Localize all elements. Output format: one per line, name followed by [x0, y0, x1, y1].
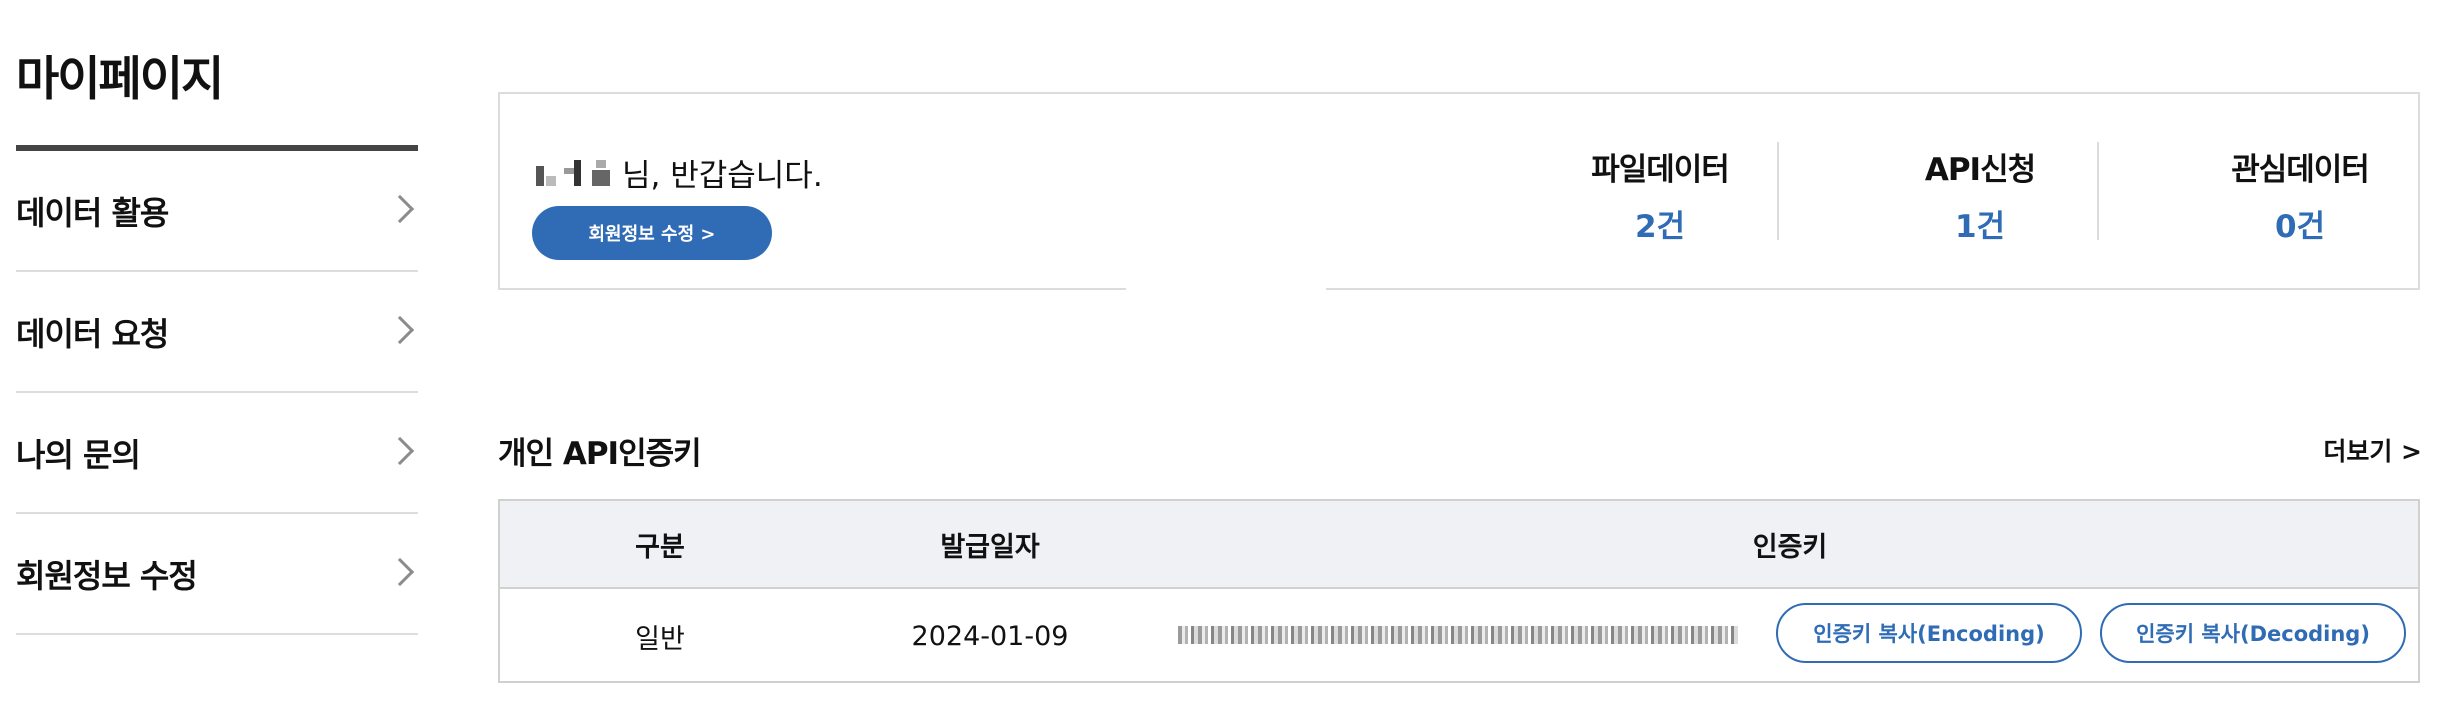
greeting-text: 님, 반갑습니다. — [622, 158, 823, 194]
stat-label: 파일데이터 — [1591, 152, 1730, 188]
sidebar-item-label: 회원정보 수정 — [16, 556, 198, 595]
stat-divider — [1777, 142, 1779, 240]
column-header-issued-date: 발급일자 — [940, 531, 1040, 563]
chevron-right-icon — [385, 436, 415, 465]
chevron-right-icon — [385, 315, 415, 344]
table-header: 구분 발급일자 인증키 — [500, 501, 2418, 589]
column-header-key: 인증키 — [1752, 531, 1828, 563]
sidebar-item-edit-profile[interactable]: 회원정보 수정 — [16, 514, 418, 635]
stat-value[interactable]: 0건 — [2140, 201, 2446, 246]
sidebar-nav: 데이터 활용 데이터 요청 나의 문의 회원정보 수정 — [16, 145, 418, 635]
table-row: 일반 2024-01-09 인증키 복사(Encoding) 인증키 복사(De… — [500, 589, 2418, 683]
chevron-right-icon — [385, 557, 415, 586]
api-key-section-title: 개인 API인증키 — [498, 436, 702, 472]
sidebar-item-label: 데이터 요청 — [16, 314, 169, 353]
stat-value[interactable]: 1건 — [1820, 201, 2140, 246]
stat-label: API신청 — [1924, 152, 2036, 188]
masked-user-name — [534, 157, 620, 188]
edit-profile-button[interactable]: 회원정보 수정 > — [532, 206, 772, 260]
copy-key-decoding-button[interactable]: 인증키 복사(Decoding) — [2100, 603, 2406, 663]
more-link[interactable]: 더보기 > — [2323, 432, 2422, 468]
chevron-right-icon — [385, 194, 415, 223]
cell-type: 일반 — [635, 623, 685, 655]
sidebar-item-data-request[interactable]: 데이터 요청 — [16, 272, 418, 393]
sidebar-item-label: 나의 문의 — [16, 435, 141, 474]
profile-summary-box: 님, 반갑습니다. 회원정보 수정 > 파일데이터 2건 API신청 1건 관심… — [498, 92, 2420, 290]
greeting: 님, 반갑습니다. — [534, 150, 823, 195]
column-header-type: 구분 — [635, 531, 685, 563]
stat-favorite-data[interactable]: 관심데이터 0건 — [2140, 144, 2446, 246]
stat-label: 관심데이터 — [2231, 152, 2370, 188]
page-title: 마이페이지 — [16, 52, 224, 107]
copy-key-encoding-button[interactable]: 인증키 복사(Encoding) — [1776, 603, 2082, 663]
sidebar-item-data-usage[interactable]: 데이터 활용 — [16, 151, 418, 272]
api-key-table: 구분 발급일자 인증키 일반 2024-01-09 인증키 복사(Encodin… — [498, 499, 2420, 683]
cell-issued-date: 2024-01-09 — [911, 620, 1069, 652]
stat-divider — [2097, 142, 2099, 240]
stat-value[interactable]: 2건 — [1500, 201, 1820, 246]
masked-api-key — [1178, 626, 1738, 644]
sidebar-item-label: 데이터 활용 — [16, 193, 169, 232]
sidebar-item-my-inquiries[interactable]: 나의 문의 — [16, 393, 418, 514]
border-gap — [1126, 286, 1326, 290]
stat-api-request[interactable]: API신청 1건 — [1820, 144, 2140, 246]
stat-file-data[interactable]: 파일데이터 2건 — [1500, 144, 1820, 246]
